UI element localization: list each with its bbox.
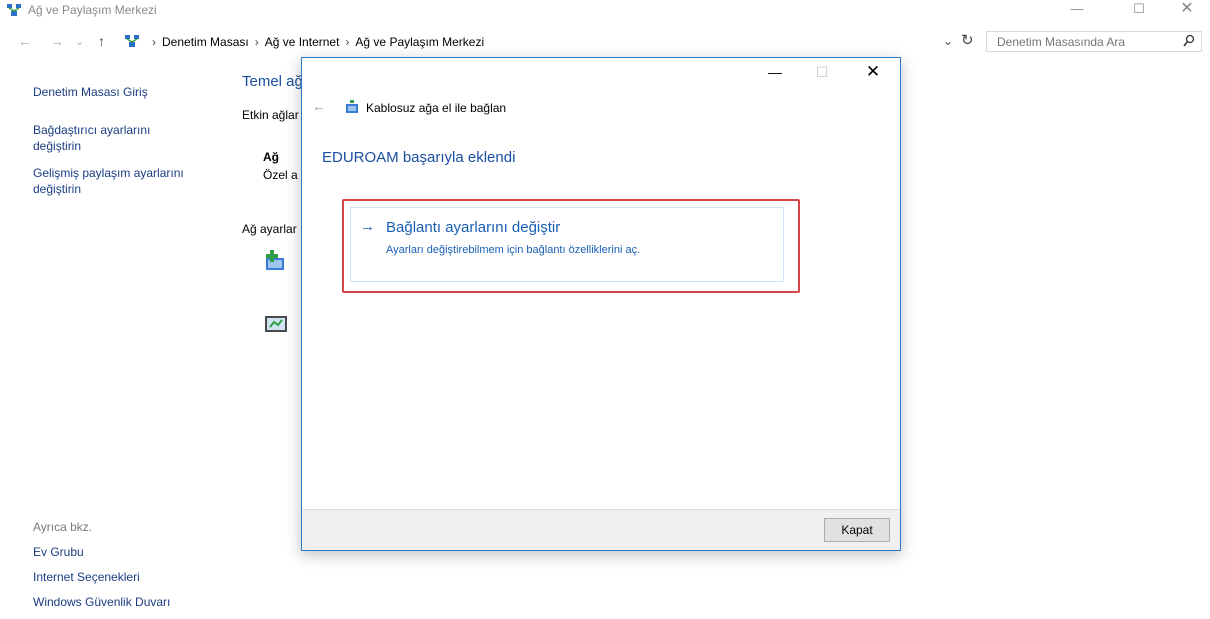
breadcrumb-control-panel[interactable]: Denetim Masası	[162, 35, 249, 49]
search-input[interactable]	[995, 34, 1179, 50]
dialog-back-button[interactable]: ←	[312, 98, 326, 114]
control-panel-icon	[125, 35, 139, 47]
new-connection-icon[interactable]	[262, 248, 290, 274]
connect-wireless-dialog: — ☐ ✕ ← Kablosuz ağa el ile bağlan EDURO…	[301, 57, 901, 551]
chevron-right-icon: ›	[254, 35, 259, 49]
link-windows-firewall[interactable]: Windows Güvenlik Duvarı	[33, 595, 170, 609]
up-button[interactable]: ↑	[98, 33, 105, 49]
search-icon[interactable]	[1183, 34, 1195, 48]
sidebar-link-advanced-sharing[interactable]: Gelişmiş paylaşım ayarlarını değiştirin	[33, 165, 203, 197]
sidebar-link-adapter-settings[interactable]: Bağdaştırıcı ayarlarını değiştirin	[33, 122, 183, 154]
network-settings-label: Ağ ayarlar	[242, 222, 297, 236]
active-networks-label: Etkin ağlar	[242, 108, 299, 122]
minimize-button[interactable]: —	[1054, 0, 1100, 22]
network-center-icon	[7, 4, 21, 16]
back-button[interactable]: ←	[18, 33, 32, 49]
link-homegroup[interactable]: Ev Grubu	[33, 545, 84, 559]
close-button[interactable]: Kapat	[824, 518, 890, 542]
forward-button[interactable]: →	[50, 33, 64, 49]
page-title: Temel ağ	[242, 73, 303, 90]
network-type[interactable]: Özel a	[263, 168, 298, 182]
chevron-right-icon: ›	[152, 35, 156, 49]
address-bar[interactable]: › Denetim Masası › Ağ ve Internet › Ağ ve Pay…	[124, 32, 980, 52]
dialog-heading: EDUROAM başarıyla eklendi	[322, 149, 516, 166]
title-bar: Ağ ve Paylaşım Merkezi — ☐ ✕	[0, 0, 1210, 22]
breadcrumb-network-sharing-center[interactable]: Ağ ve Paylaşım Merkezi	[355, 35, 484, 49]
breadcrumb-network-internet[interactable]: Ağ ve Internet	[265, 35, 340, 49]
dialog-maximize-button: ☐	[815, 64, 829, 80]
option-title: Bağlantı ayarlarını değiştir	[386, 219, 561, 236]
see-also-heading: Ayrıca bkz.	[33, 520, 93, 534]
address-dropdown-icon[interactable]: ⌄	[943, 34, 953, 48]
link-internet-options[interactable]: Internet Seçenekleri	[33, 570, 140, 584]
refresh-icon[interactable]: ↻	[961, 31, 974, 49]
option-description: Ayarları değiştirebilmem için bağlantı ö…	[386, 244, 641, 256]
sidebar-link-control-panel-home[interactable]: Denetim Masası Giriş	[33, 84, 148, 100]
dialog-minimize-button[interactable]: —	[760, 64, 790, 80]
dialog-close-button[interactable]: ✕	[858, 62, 888, 82]
close-window-button[interactable]: ✕	[1164, 0, 1210, 22]
maximize-button[interactable]: ☐	[1116, 0, 1162, 22]
chevron-right-icon: ›	[345, 35, 350, 49]
search-box[interactable]	[986, 31, 1202, 52]
arrow-right-icon: →	[360, 218, 375, 235]
wireless-network-icon	[346, 100, 358, 113]
window-title: Ağ ve Paylaşım Merkezi	[28, 3, 157, 17]
breadcrumb: › Denetim Masası › Ağ ve Internet › Ağ ve Pay…	[146, 35, 484, 49]
dialog-caption: Kablosuz ağa el ile bağlan	[366, 101, 507, 115]
network-name: Ağ	[263, 150, 279, 164]
recent-locations-dropdown[interactable]: ⌄	[75, 35, 84, 48]
troubleshoot-icon[interactable]	[262, 313, 290, 337]
change-connection-settings-option[interactable]: → Bağlantı ayarlarını değiştir Ayarları …	[350, 207, 784, 282]
dialog-footer: Kapat	[302, 509, 900, 550]
